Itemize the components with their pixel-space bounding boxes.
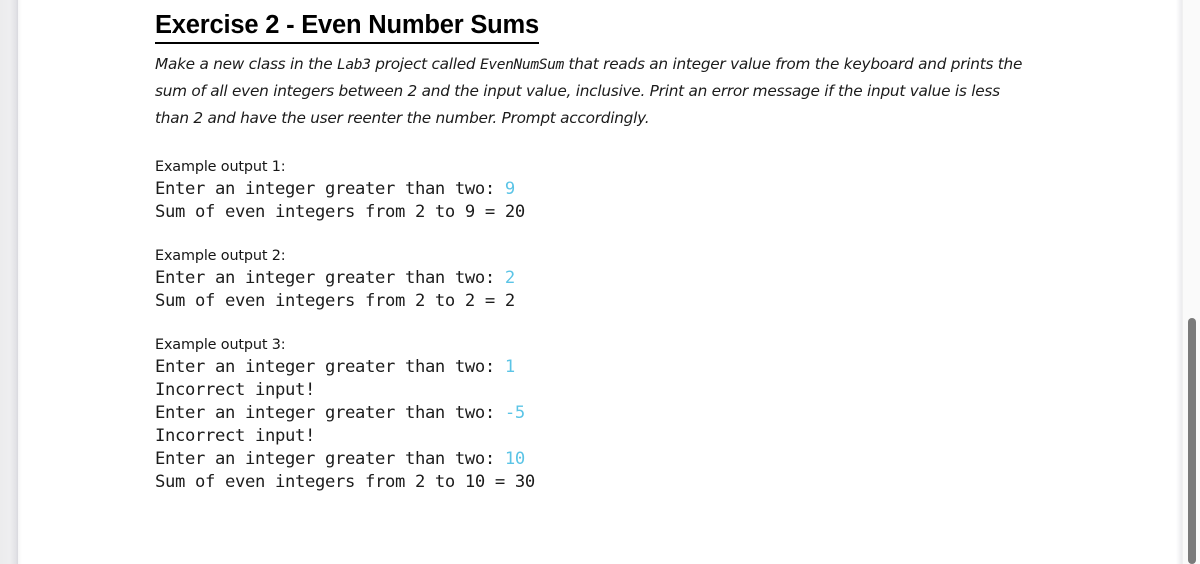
console-prompt-text: Enter an integer greater than two:: [155, 449, 505, 470]
vertical-scrollbar-track[interactable]: [1182, 0, 1200, 564]
left-page-edge: [18, 0, 22, 564]
console-user-input-value: 10: [504, 449, 525, 470]
example-output-label: Example output 1:: [155, 159, 286, 176]
console-line: Sum of even integers from 2 to 10 = 30: [155, 472, 535, 492]
example-output-label: Example output 2:: [155, 248, 286, 265]
console-line: Enter an integer greater than two: 1: [155, 357, 515, 377]
example-outputs-list: Example output 1: Enter an integer greate…: [155, 157, 1166, 494]
console-prompt-text: Enter an integer greater than two:: [155, 357, 505, 378]
console-prompt-text: Incorrect input!: [155, 426, 315, 447]
page-title: Exercise 2 - Even Number Sums: [155, 11, 539, 44]
console-prompt-text: Enter an integer greater than two:: [155, 268, 505, 289]
exercise-description: Make a new class in the Lab3 project cal…: [155, 51, 1035, 132]
console-prompt-text: Incorrect input!: [155, 380, 315, 401]
console-output: Enter an integer greater than two: 2 Sum…: [155, 267, 1166, 313]
description-part-2: project called: [370, 54, 480, 73]
document-viewport: Exercise 2 - Even Number Sums Make a new…: [0, 0, 1200, 564]
document-content: Exercise 2 - Even Number Sums Make a new…: [155, 11, 1166, 494]
console-line: Incorrect input!: [155, 380, 315, 400]
example-output-block: Example output 3: Enter an integer greate…: [155, 335, 1166, 494]
left-page-gutter: [0, 0, 18, 564]
console-user-input-value: 1: [504, 357, 515, 378]
console-prompt-text: Sum of even integers from 2 to 2 = 2: [155, 291, 515, 312]
vertical-scrollbar-thumb[interactable]: [1188, 318, 1196, 564]
console-user-input-value: -5: [504, 403, 525, 424]
description-part-1: Make a new class in the: [155, 54, 338, 73]
console-output: Enter an integer greater than two: 9 Sum…: [155, 178, 1166, 224]
console-output: Enter an integer greater than two: 1 Inc…: [155, 356, 1166, 494]
project-name-code: Lab3: [337, 55, 371, 73]
console-line: Incorrect input!: [155, 426, 315, 446]
example-output-block: Example output 2: Enter an integer greate…: [155, 246, 1166, 313]
example-output-label: Example output 3:: [155, 337, 286, 354]
example-output-block: Example output 1: Enter an integer greate…: [155, 157, 1166, 224]
console-line: Enter an integer greater than two: 9: [155, 179, 515, 199]
console-line: Enter an integer greater than two: 2: [155, 268, 515, 288]
class-name-code: EvenNumSum: [480, 55, 564, 73]
console-line: Sum of even integers from 2 to 9 = 20: [155, 202, 525, 222]
document-page: Exercise 2 - Even Number Sums Make a new…: [22, 0, 1176, 564]
console-user-input-value: 9: [504, 179, 515, 200]
console-prompt-text: Enter an integer greater than two:: [155, 179, 505, 200]
console-line: Enter an integer greater than two: 10: [155, 449, 525, 469]
console-prompt-text: Sum of even integers from 2 to 9 = 20: [155, 202, 525, 223]
console-prompt-text: Enter an integer greater than two:: [155, 403, 505, 424]
console-prompt-text: Sum of even integers from 2 to 10 = 30: [155, 472, 535, 493]
console-line: Sum of even integers from 2 to 2 = 2: [155, 291, 515, 311]
console-line: Enter an integer greater than two: -5: [155, 403, 525, 423]
console-user-input-value: 2: [504, 268, 515, 289]
